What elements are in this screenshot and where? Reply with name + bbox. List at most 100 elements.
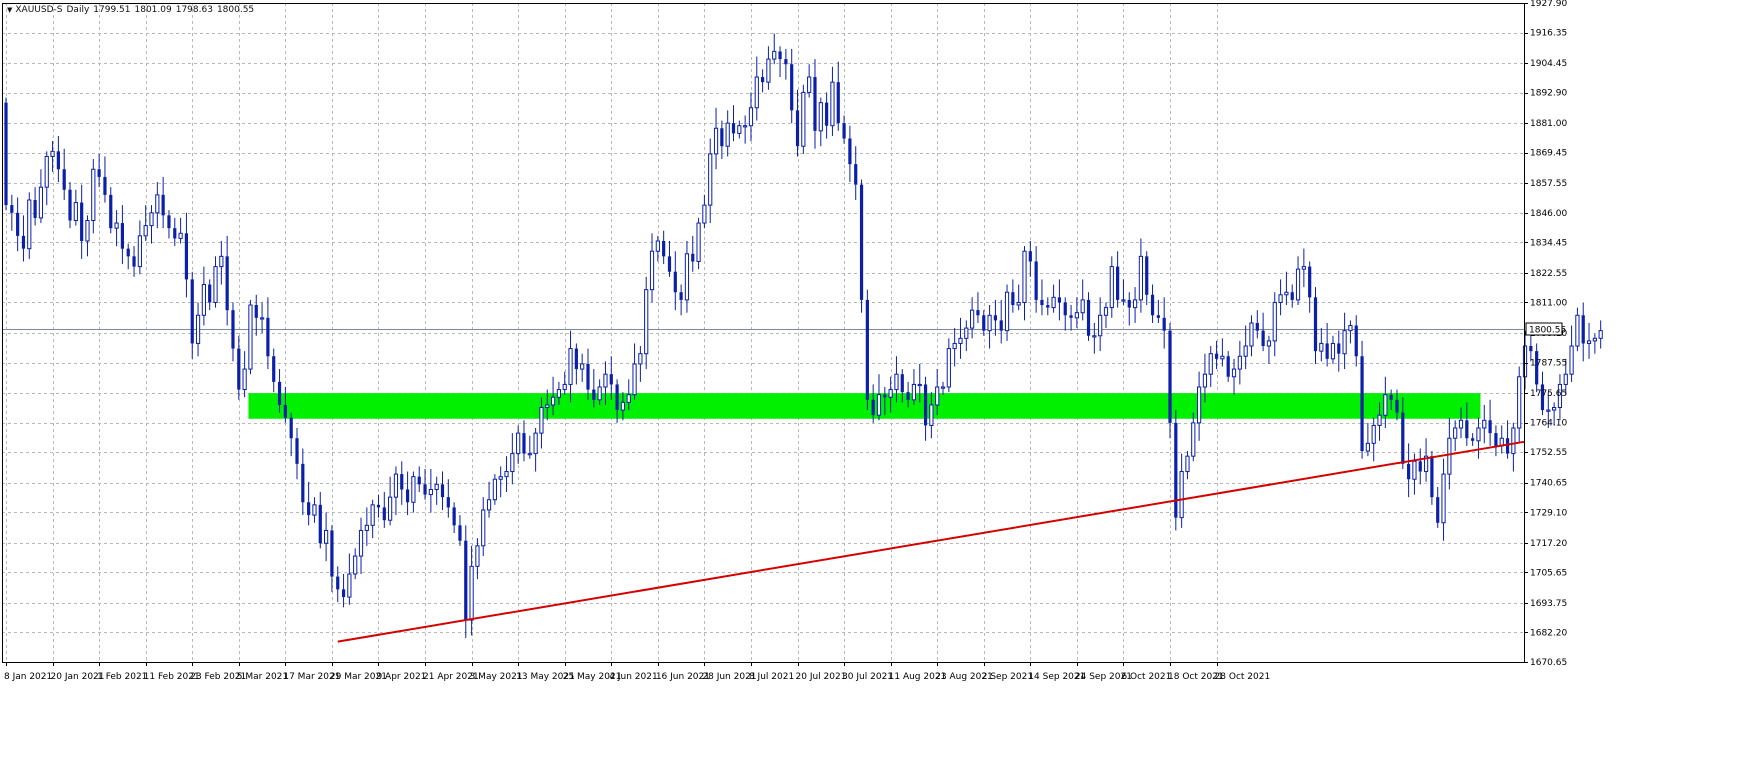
candle-body-bearish xyxy=(854,164,858,185)
candle xyxy=(1436,486,1440,528)
candle-body-bearish xyxy=(405,489,410,503)
candle xyxy=(1337,330,1341,372)
candle-body-bullish xyxy=(1098,314,1103,337)
candle xyxy=(1051,284,1056,313)
candle-body-bullish xyxy=(1592,337,1597,342)
candle-body-bearish xyxy=(1174,422,1178,518)
candle xyxy=(1116,251,1120,308)
candle-body-bullish xyxy=(1330,342,1336,360)
x-tick-label: 5 Mar 2021 xyxy=(237,672,288,682)
candle xyxy=(836,61,840,131)
candle xyxy=(1313,287,1318,364)
candle xyxy=(1127,292,1131,326)
candle-body-bullish xyxy=(539,406,544,434)
candle xyxy=(1150,284,1155,323)
candle-body-bullish xyxy=(1249,322,1254,347)
candle-body-bullish xyxy=(114,222,119,229)
candle xyxy=(312,497,317,523)
candle xyxy=(940,381,946,395)
candle-body-bullish xyxy=(929,404,934,426)
candle xyxy=(1249,315,1254,357)
x-tick-label: 2 Sep 2021 xyxy=(982,672,1033,682)
price-chart[interactable]: 1927.90 1916.35 1904.45 1892.90 1881.00 1869.… xyxy=(0,0,1740,762)
candle xyxy=(1040,279,1044,316)
candle-body-bullish xyxy=(50,150,55,157)
candle xyxy=(923,376,928,441)
candle-body-bullish xyxy=(894,373,899,391)
candle xyxy=(1453,420,1458,452)
candle xyxy=(708,138,713,224)
candle-body-bullish xyxy=(1197,386,1202,424)
candle-body-bullish xyxy=(1458,419,1464,429)
trend-line[interactable] xyxy=(337,440,1525,643)
candle xyxy=(208,279,212,311)
candle xyxy=(848,125,852,183)
x-axis: 8 Jan 202120 Jan 20211 Feb 202111 Feb 20… xyxy=(4,662,1270,682)
candle-body-bearish xyxy=(1145,256,1149,295)
candle xyxy=(1278,279,1283,316)
candle-body-bullish xyxy=(1121,299,1126,302)
candle xyxy=(679,284,683,316)
y-tick-label: 1775.65 xyxy=(1530,389,1567,399)
x-tick-label: 3 May 2021 xyxy=(470,672,523,682)
triangle-down-icon[interactable]: ▼ xyxy=(7,6,12,14)
candle-body-bullish xyxy=(1138,255,1144,301)
candle xyxy=(1197,371,1202,441)
candle-body-bearish xyxy=(120,223,124,249)
candle-body-bearish xyxy=(161,194,165,216)
candle-body-bullish xyxy=(626,394,631,403)
candle xyxy=(405,471,410,516)
candle-body-bearish xyxy=(184,233,189,280)
candle xyxy=(324,512,329,562)
y-tick-label: 1787.55 xyxy=(1530,359,1567,369)
candle-body-bullish xyxy=(1383,394,1388,416)
candle xyxy=(1231,358,1237,395)
candle xyxy=(132,246,136,277)
candle xyxy=(1371,417,1376,462)
candle xyxy=(440,471,445,510)
candle-body-bullish xyxy=(655,240,660,252)
candle-body-bullish xyxy=(259,317,265,320)
candle-body-bullish xyxy=(562,383,567,391)
chart-canvas[interactable]: 1927.90 1916.35 1904.45 1892.90 1881.00 1869.… xyxy=(0,0,1740,762)
candle-body-bullish xyxy=(1563,373,1568,385)
candle xyxy=(1284,271,1289,306)
candle xyxy=(1430,451,1434,505)
candle xyxy=(353,548,358,580)
candle-body-bullish xyxy=(1284,291,1289,296)
candle xyxy=(231,302,235,362)
candle-body-bearish xyxy=(662,240,666,257)
candle-body-bearish xyxy=(1389,394,1393,400)
candle xyxy=(1418,448,1422,485)
candle-body-bearish xyxy=(778,51,782,60)
candle-body-bullish xyxy=(1080,299,1085,314)
y-tick-label: 1705.65 xyxy=(1530,568,1567,578)
candle-body-bearish xyxy=(208,284,212,303)
candle-body-bullish xyxy=(1453,427,1458,439)
candle-body-bearish xyxy=(272,356,276,382)
candle xyxy=(97,153,101,188)
candle-body-bearish xyxy=(900,374,904,393)
price-tag-label: 1800.55 xyxy=(1529,326,1566,336)
support-zone xyxy=(248,393,1481,419)
candle xyxy=(4,97,8,211)
candle xyxy=(510,433,515,485)
candle-body-bullish xyxy=(73,202,78,221)
candle-body-bearish xyxy=(784,59,788,65)
candle-body-bearish xyxy=(1290,292,1294,300)
candle xyxy=(1069,305,1073,331)
low-value: 1798.63 xyxy=(175,5,213,15)
candle-body-bullish xyxy=(737,125,742,134)
candle xyxy=(44,151,49,206)
candle-body-bearish xyxy=(825,102,829,126)
x-tick-label: 1 Feb 2021 xyxy=(97,672,147,682)
candle xyxy=(854,146,858,200)
candle-body-bullish xyxy=(1272,301,1277,342)
candle-body-bullish xyxy=(411,476,416,503)
candle xyxy=(1086,292,1091,341)
candle-body-bullish xyxy=(888,389,893,398)
candle xyxy=(103,156,107,203)
candle xyxy=(1308,261,1312,313)
candle xyxy=(178,217,183,244)
candle-body-bullish xyxy=(597,386,602,401)
